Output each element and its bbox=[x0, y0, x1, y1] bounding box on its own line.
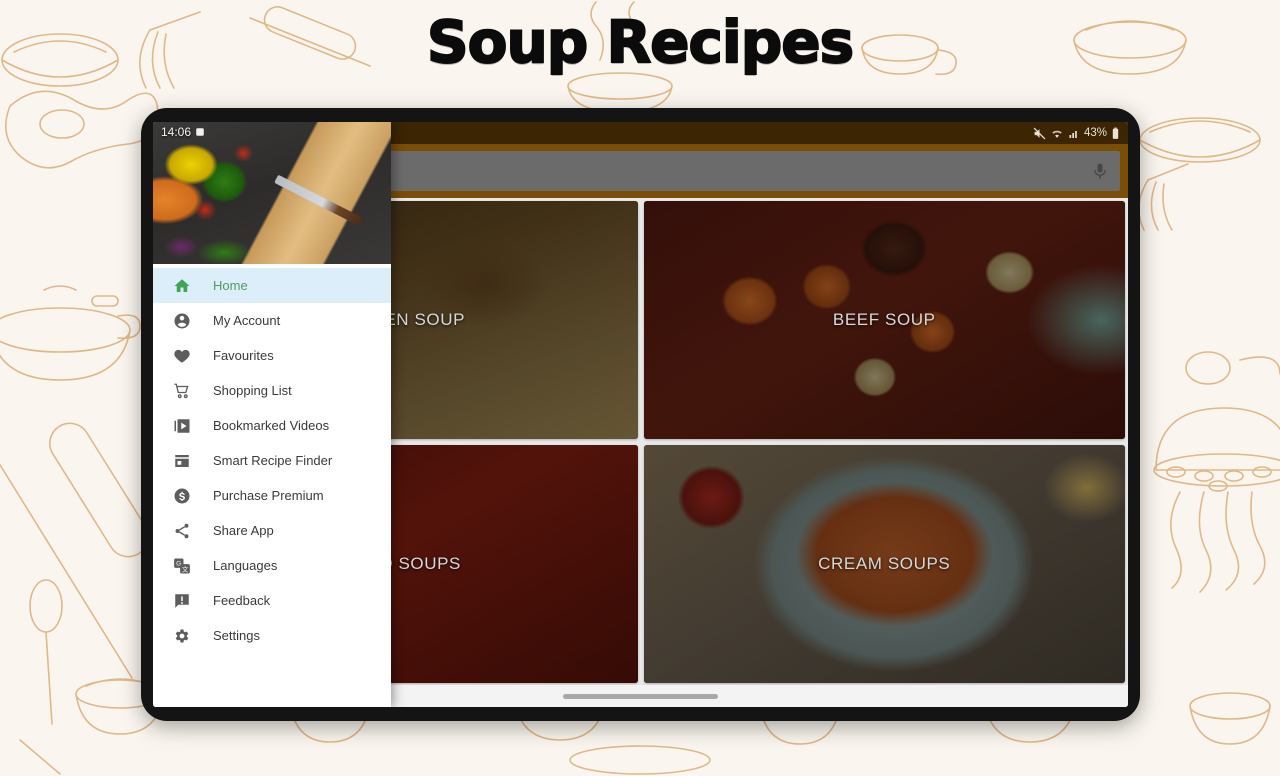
shopping-cart-icon bbox=[171, 380, 193, 402]
status-time-label: 14:06 bbox=[161, 125, 192, 139]
sidebar-item-label: Settings bbox=[213, 628, 260, 643]
sidebar-item-label: Shopping List bbox=[213, 383, 292, 398]
sidebar-item-label: Favourites bbox=[213, 348, 274, 363]
sidebar-item-settings[interactable]: Settings bbox=[153, 618, 391, 653]
sidebar-item-shopping-list[interactable]: Shopping List bbox=[153, 373, 391, 408]
storefront-icon bbox=[171, 450, 193, 472]
sidebar-item-smart-recipe-finder[interactable]: Smart Recipe Finder bbox=[153, 443, 391, 478]
drawer-menu-list: Home My Account Favourites Shopping List… bbox=[153, 264, 391, 707]
recipe-card-beef-soup[interactable]: BEEF SOUP bbox=[643, 201, 1125, 439]
home-icon bbox=[171, 275, 193, 297]
recipe-card-label: CREAM SOUPS bbox=[818, 554, 951, 573]
screenshot-icon bbox=[196, 128, 204, 136]
share-icon bbox=[171, 520, 193, 542]
microphone-icon[interactable] bbox=[1090, 160, 1110, 182]
sidebar-item-label: Purchase Premium bbox=[213, 488, 324, 503]
recipe-card-cream-soups[interactable]: CREAM SOUPS bbox=[643, 445, 1125, 683]
sidebar-item-feedback[interactable]: Feedback bbox=[153, 583, 391, 618]
status-bar-icons: 43% bbox=[1033, 127, 1120, 140]
gear-icon bbox=[171, 625, 193, 647]
wifi-icon bbox=[1052, 130, 1062, 138]
navigation-drawer: 14:06 Home My Account Favourites Shoppin… bbox=[153, 122, 391, 707]
sidebar-item-share-app[interactable]: Share App bbox=[153, 513, 391, 548]
heart-icon bbox=[171, 345, 193, 367]
sidebar-item-label: My Account bbox=[213, 313, 281, 328]
sidebar-item-label: Feedback bbox=[213, 593, 271, 608]
video-library-icon bbox=[171, 415, 193, 437]
signal-icon bbox=[1069, 130, 1077, 138]
recipe-card-label: BEEF SOUP bbox=[832, 310, 936, 329]
drawer-header: 14:06 bbox=[153, 122, 391, 264]
mute-icon bbox=[1033, 127, 1046, 139]
sidebar-item-label: Languages bbox=[213, 558, 278, 573]
tablet-device-frame: 43% CHICKEN SOUP BEEF SOUP BAKED SOUPS C… bbox=[141, 108, 1140, 721]
page-title: Soup Recipes bbox=[426, 7, 855, 77]
account-circle-icon bbox=[171, 310, 193, 332]
sidebar-item-my-account[interactable]: My Account bbox=[153, 303, 391, 338]
sidebar-item-label: Home bbox=[213, 278, 248, 293]
sidebar-item-favourites[interactable]: Favourites bbox=[153, 338, 391, 373]
battery-icon bbox=[1112, 127, 1119, 139]
drawer-status-time: 14:06 bbox=[161, 125, 205, 139]
knife-graphic bbox=[274, 174, 364, 227]
feedback-icon bbox=[171, 590, 193, 612]
dollar-circle-icon bbox=[171, 485, 193, 507]
sidebar-item-label: Share App bbox=[213, 523, 274, 538]
sidebar-item-label: Bookmarked Videos bbox=[213, 418, 330, 433]
tablet-screen: 43% CHICKEN SOUP BEEF SOUP BAKED SOUPS C… bbox=[153, 122, 1128, 707]
translate-icon: G 文 bbox=[171, 555, 193, 577]
svg-text:文: 文 bbox=[182, 564, 189, 573]
home-gesture-pill[interactable] bbox=[563, 693, 718, 699]
sidebar-item-bookmarked-videos[interactable]: Bookmarked Videos bbox=[153, 408, 391, 443]
sidebar-item-languages[interactable]: G 文 Languages bbox=[153, 548, 391, 583]
sidebar-item-purchase-premium[interactable]: Purchase Premium bbox=[153, 478, 391, 513]
sidebar-item-label: Smart Recipe Finder bbox=[213, 453, 333, 468]
battery-percent-label: 43% bbox=[1083, 127, 1107, 139]
sidebar-item-home[interactable]: Home bbox=[153, 268, 391, 303]
